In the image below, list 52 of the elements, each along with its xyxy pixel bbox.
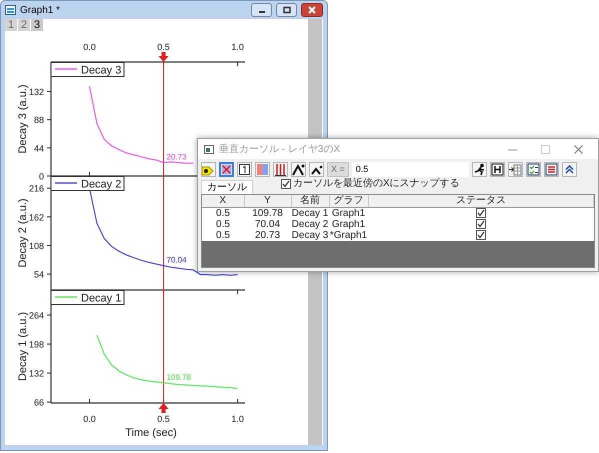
- x-tick-label: 1.0: [231, 414, 244, 424]
- dialog-title: 垂直カーソル - レイヤ3のX: [219, 142, 342, 156]
- table-cell: 109.78: [244, 207, 291, 218]
- y-axis-label: Decay 2 (a.u.): [17, 198, 29, 268]
- y-tick-label: 66: [34, 398, 44, 408]
- column-header: グラフ: [329, 195, 368, 207]
- column-header: 名前: [291, 195, 329, 207]
- y-tick-label: 132: [28, 368, 44, 379]
- table-cell: 0.5: [202, 218, 244, 230]
- table-cell: *Graph1: [329, 230, 368, 240]
- y-tick-label: 44: [34, 143, 44, 154]
- y-tick-label: 162: [28, 212, 44, 222]
- x-tick-label: 0.0: [83, 42, 96, 52]
- column-header: Y: [244, 195, 291, 207]
- x-axis-label: Time (sec): [125, 427, 177, 439]
- x-tick-label: 0.5: [157, 414, 170, 424]
- x-label: X =: [327, 162, 349, 176]
- table-cell: Graph1: [329, 218, 368, 230]
- window-title: Graph1 *: [20, 4, 62, 18]
- y-tick-label: 88: [34, 115, 44, 126]
- legend: Decay 3: [50, 62, 124, 77]
- table-cell: 70.04: [244, 218, 291, 230]
- y-tick-label: 132: [28, 86, 44, 97]
- column-header: ステータス: [368, 195, 594, 207]
- x-tick-label: 0.0: [83, 414, 96, 424]
- y-axis-label: Decay 1 (a.u.): [17, 312, 29, 382]
- y-tick-label: 216: [28, 184, 44, 194]
- table-cell: 0.5: [202, 207, 244, 218]
- cursor-value-label: 70.04: [166, 256, 187, 265]
- cursor-value-label: 109.78: [166, 372, 192, 382]
- table-cell: Graph1: [329, 207, 368, 218]
- table-cell: 0.5: [202, 230, 244, 240]
- y-tick-label: 198: [28, 340, 44, 350]
- y-tick-label: 0: [38, 172, 44, 182]
- y-tick-label: 264: [28, 310, 44, 321]
- checkbox-label: カーソルを最近傍のXにスナップする: [293, 178, 460, 190]
- legend-label: Decay 3: [81, 64, 122, 76]
- legend: Decay 2: [50, 176, 124, 191]
- table-cell: Decay 1: [291, 207, 329, 218]
- legend-label: Decay 1: [81, 292, 122, 304]
- table-cell: 20.73: [244, 230, 291, 240]
- x-tick-label: 1.0: [231, 42, 244, 52]
- legend-label: Decay 2: [81, 178, 122, 190]
- table-cell: Decay 3: [291, 230, 329, 240]
- x-tick-label: 0.5: [157, 42, 170, 52]
- cursor-value-label: 20.73: [166, 152, 187, 162]
- y-tick-label: 54: [34, 270, 44, 280]
- column-header: X: [202, 195, 244, 207]
- table-cell: Decay 2: [291, 218, 329, 230]
- y-tick-label: 108: [28, 240, 44, 251]
- y-axis-label: Decay 3 (a.u.): [17, 84, 29, 154]
- legend: Decay 1: [50, 290, 124, 305]
